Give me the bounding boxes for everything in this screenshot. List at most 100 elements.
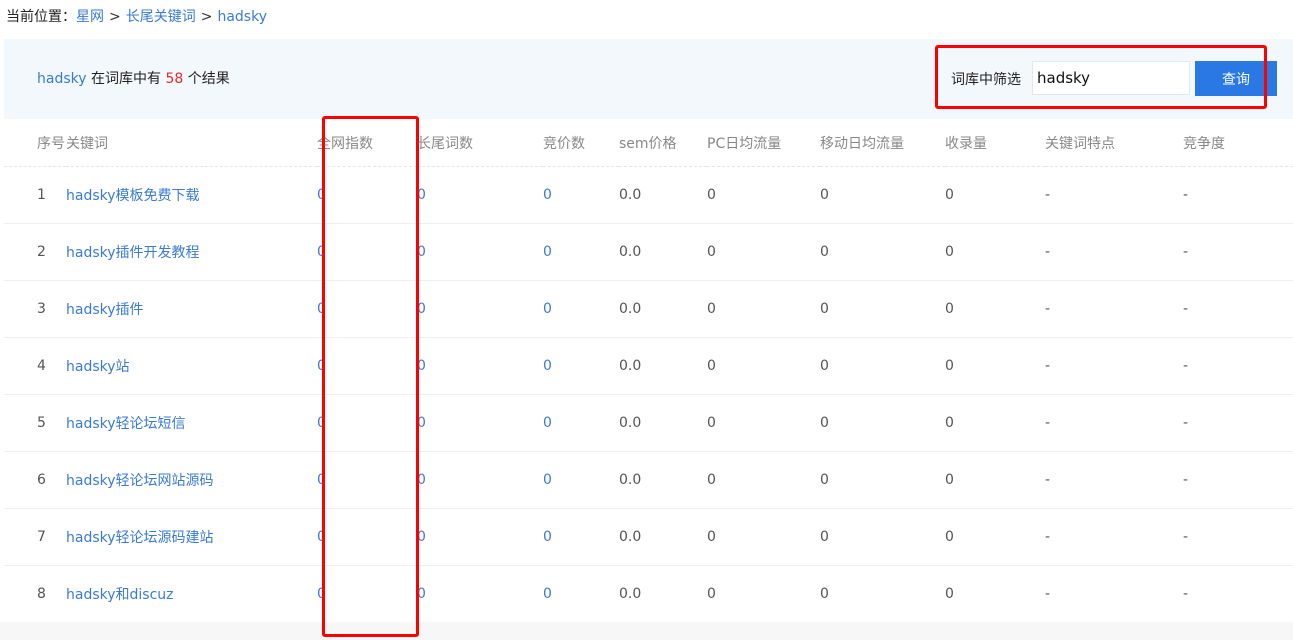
cell-features: - — [1045, 280, 1183, 338]
column-header-features: 关键词特点 — [1045, 119, 1183, 167]
table-row: 5 hadsky轻论坛短信 0 0 0 0.0 0 0 0 - - — [4, 394, 1293, 452]
cell-bid-count[interactable]: 0 — [543, 280, 619, 338]
cell-mobile-traffic: 0 — [820, 394, 945, 452]
cell-web-index[interactable]: 0 — [317, 565, 417, 623]
column-header-longtail-count: 长尾词数 — [417, 119, 543, 167]
cell-competition: - — [1183, 508, 1293, 566]
table-row: 2 hadsky插件开发教程 0 0 0 0.0 0 0 0 - - — [4, 223, 1293, 281]
cell-bid-count[interactable]: 0 — [543, 166, 619, 224]
breadcrumb-separator: > — [200, 9, 213, 25]
cell-features: - — [1045, 337, 1183, 395]
cell-bid-count[interactable]: 0 — [543, 223, 619, 281]
breadcrumb-link-xingwang[interactable]: 星网 — [76, 9, 104, 25]
column-header-bid-count: 竞价数 — [543, 119, 619, 167]
cell-web-index[interactable]: 0 — [317, 451, 417, 509]
cell-keyword-link[interactable]: hadsky轻论坛网站源码 — [66, 451, 317, 509]
breadcrumb: 当前位置：星网 > 长尾关键词 > hadsky — [6, 7, 267, 27]
cell-mobile-traffic: 0 — [820, 280, 945, 338]
cell-sem-price: 0.0 — [619, 508, 707, 566]
cell-web-index[interactable]: 0 — [317, 280, 417, 338]
result-summary: hadsky 在词库中有 58 个结果 — [37, 68, 230, 88]
cell-features: - — [1045, 451, 1183, 509]
table-row: 4 hadsky站 0 0 0 0.0 0 0 0 - - — [4, 337, 1293, 395]
cell-mobile-traffic: 0 — [820, 508, 945, 566]
cell-sem-price: 0.0 — [619, 280, 707, 338]
cell-pc-traffic: 0 — [707, 394, 820, 452]
cell-indexed: 0 — [945, 166, 1045, 224]
column-header-indexed: 收录量 — [945, 119, 1045, 167]
filter-label: 词库中筛选 — [951, 72, 1021, 88]
cell-indexed: 0 — [945, 508, 1045, 566]
cell-keyword-link[interactable]: hadsky轻论坛源码建站 — [66, 508, 317, 566]
cell-sem-price: 0.0 — [619, 337, 707, 395]
cell-features: - — [1045, 223, 1183, 281]
cell-index: 1 — [4, 166, 66, 224]
cell-index: 6 — [4, 451, 66, 509]
cell-pc-traffic: 0 — [707, 451, 820, 509]
column-header-pc-traffic: PC日均流量 — [707, 119, 820, 167]
summary-text-middle: 在词库中有 — [90, 71, 161, 87]
cell-longtail-count[interactable]: 0 — [417, 166, 543, 224]
column-header-sem-price: sem价格 — [619, 119, 707, 167]
cell-bid-count[interactable]: 0 — [543, 508, 619, 566]
cell-longtail-count[interactable]: 0 — [417, 565, 543, 623]
cell-web-index[interactable]: 0 — [317, 166, 417, 224]
cell-web-index[interactable]: 0 — [317, 394, 417, 452]
cell-web-index[interactable]: 0 — [317, 223, 417, 281]
cell-index: 2 — [4, 223, 66, 281]
summary-keyword: hadsky — [37, 71, 87, 87]
cell-sem-price: 0.0 — [619, 394, 707, 452]
cell-keyword-link[interactable]: hadsky站 — [66, 337, 317, 395]
cell-sem-price: 0.0 — [619, 223, 707, 281]
filter-input[interactable] — [1032, 61, 1190, 95]
cell-longtail-count[interactable]: 0 — [417, 394, 543, 452]
cell-indexed: 0 — [945, 280, 1045, 338]
cell-competition: - — [1183, 280, 1293, 338]
cell-competition: - — [1183, 166, 1293, 224]
cell-web-index[interactable]: 0 — [317, 508, 417, 566]
cell-indexed: 0 — [945, 565, 1045, 623]
cell-longtail-count[interactable]: 0 — [417, 508, 543, 566]
cell-mobile-traffic: 0 — [820, 337, 945, 395]
cell-sem-price: 0.0 — [619, 451, 707, 509]
cell-competition: - — [1183, 337, 1293, 395]
cell-keyword-link[interactable]: hadsky轻论坛短信 — [66, 394, 317, 452]
table-row: 8 hadsky和discuz 0 0 0 0.0 0 0 0 - - — [4, 565, 1293, 623]
cell-pc-traffic: 0 — [707, 337, 820, 395]
cell-pc-traffic: 0 — [707, 508, 820, 566]
cell-bid-count[interactable]: 0 — [543, 451, 619, 509]
cell-pc-traffic: 0 — [707, 223, 820, 281]
cell-competition: - — [1183, 223, 1293, 281]
breadcrumb-link-current[interactable]: hadsky — [217, 9, 267, 25]
cell-features: - — [1045, 166, 1183, 224]
cell-longtail-count[interactable]: 0 — [417, 337, 543, 395]
cell-features: - — [1045, 394, 1183, 452]
cell-mobile-traffic: 0 — [820, 223, 945, 281]
cell-pc-traffic: 0 — [707, 280, 820, 338]
cell-keyword-link[interactable]: hadsky插件 — [66, 280, 317, 338]
column-header-mobile-traffic: 移动日均流量 — [820, 119, 945, 167]
cell-keyword-link[interactable]: hadsky插件开发教程 — [66, 223, 317, 281]
table-header-row: 序号 关键词 全网指数 长尾词数 竞价数 sem价格 PC日均流量 移动日均流量… — [4, 119, 1293, 167]
column-header-competition: 竞争度 — [1183, 119, 1293, 167]
cell-bid-count[interactable]: 0 — [543, 394, 619, 452]
cell-keyword-link[interactable]: hadsky和discuz — [66, 565, 317, 623]
cell-web-index[interactable]: 0 — [317, 337, 417, 395]
cell-longtail-count[interactable]: 0 — [417, 280, 543, 338]
cell-bid-count[interactable]: 0 — [543, 337, 619, 395]
page-footer-band — [0, 622, 1293, 640]
cell-sem-price: 0.0 — [619, 166, 707, 224]
column-header-keyword: 关键词 — [66, 119, 317, 167]
cell-keyword-link[interactable]: hadsky模板免费下载 — [66, 166, 317, 224]
summary-text-end: 个结果 — [187, 71, 230, 87]
cell-longtail-count[interactable]: 0 — [417, 451, 543, 509]
cell-pc-traffic: 0 — [707, 166, 820, 224]
cell-longtail-count[interactable]: 0 — [417, 223, 543, 281]
cell-pc-traffic: 0 — [707, 565, 820, 623]
cell-bid-count[interactable]: 0 — [543, 565, 619, 623]
query-button[interactable]: 查询 — [1195, 61, 1277, 96]
breadcrumb-link-longtail[interactable]: 长尾关键词 — [126, 9, 196, 25]
keyword-table: 序号 关键词 全网指数 长尾词数 竞价数 sem价格 PC日均流量 移动日均流量… — [4, 119, 1293, 623]
cell-competition: - — [1183, 565, 1293, 623]
cell-competition: - — [1183, 394, 1293, 452]
